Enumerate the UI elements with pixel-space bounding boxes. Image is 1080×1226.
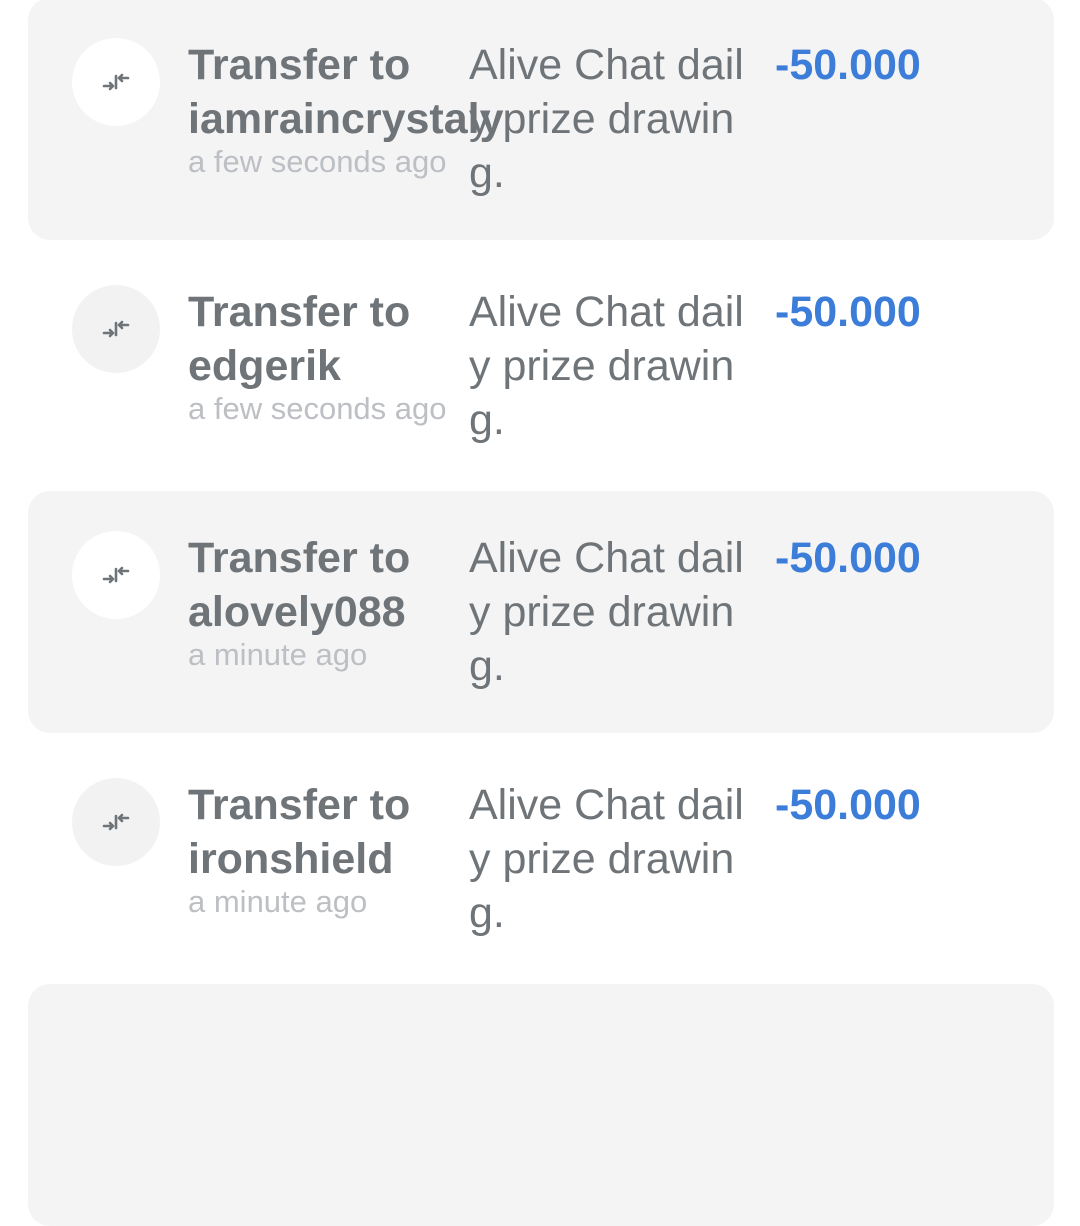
transaction-time: a few seconds ago	[188, 144, 447, 179]
transfer-icon-circle	[72, 38, 160, 126]
memo-line-1: Alive Chat dail	[469, 41, 744, 89]
transaction-row[interactable]: Transfer to edgerik a few seconds ago Al…	[28, 245, 1054, 487]
memo-line-3: g.	[469, 396, 505, 444]
transaction-time: a minute ago	[188, 884, 368, 919]
memo-line-1: Alive Chat dail	[469, 534, 744, 582]
recipient-name: ironshield	[188, 835, 394, 883]
transaction-memo: Alive Chat dail y prize drawin g.	[469, 531, 759, 693]
transaction-time: a few seconds ago	[188, 391, 447, 426]
title-line-1: Transfer to	[188, 41, 411, 89]
memo-line-3: g.	[469, 642, 505, 690]
memo-line-2: y prize drawin	[469, 835, 735, 883]
transfer-icon-circle	[72, 531, 160, 619]
transaction-row[interactable]: Transfer to alovely088 a minute ago Aliv…	[28, 491, 1054, 733]
transaction-memo: Alive Chat dail y prize drawin g.	[469, 38, 759, 200]
transaction-title: Transfer to ironshield	[188, 778, 478, 886]
transfer-arrows-icon	[102, 813, 130, 831]
title-line-1: Transfer to	[188, 781, 411, 829]
transaction-memo: Alive Chat dail y prize drawin g.	[469, 778, 759, 940]
transaction-title: Transfer to iamraincrystaly	[188, 38, 504, 146]
recipient-name: iamraincrystaly	[188, 95, 504, 143]
title-line-1: Transfer to	[188, 534, 411, 582]
transaction-amount: -50.000	[775, 781, 921, 829]
memo-line-2: y prize drawin	[469, 342, 735, 390]
memo-line-2: y prize drawin	[469, 588, 735, 636]
transaction-amount: -50.000	[775, 288, 921, 336]
transaction-row-partial[interactable]	[28, 984, 1054, 1226]
transfer-arrows-icon	[102, 320, 130, 338]
transfer-arrows-icon	[102, 566, 130, 584]
title-line-1: Transfer to	[188, 288, 411, 336]
transaction-memo: Alive Chat dail y prize drawin g.	[469, 285, 759, 447]
memo-line-3: g.	[469, 889, 505, 937]
transfer-icon-circle	[72, 778, 160, 866]
transaction-row[interactable]: Transfer to iamraincrystaly a few second…	[28, 0, 1054, 240]
transaction-title: Transfer to edgerik	[188, 285, 478, 393]
transaction-title: Transfer to alovely088	[188, 531, 478, 639]
transaction-amount: -50.000	[775, 41, 921, 89]
transaction-amount: -50.000	[775, 534, 921, 582]
memo-line-1: Alive Chat dail	[469, 781, 744, 829]
transfer-arrows-icon	[102, 73, 130, 91]
transfer-icon-circle	[72, 285, 160, 373]
transaction-row[interactable]: Transfer to ironshield a minute ago Aliv…	[28, 738, 1054, 980]
memo-line-3: g.	[469, 149, 505, 197]
transaction-time: a minute ago	[188, 637, 368, 672]
recipient-name: edgerik	[188, 342, 341, 390]
memo-line-2: y prize drawin	[469, 95, 735, 143]
recipient-name: alovely088	[188, 588, 406, 636]
memo-line-1: Alive Chat dail	[469, 288, 744, 336]
transaction-list: Transfer to iamraincrystaly a few second…	[0, 0, 1080, 1226]
